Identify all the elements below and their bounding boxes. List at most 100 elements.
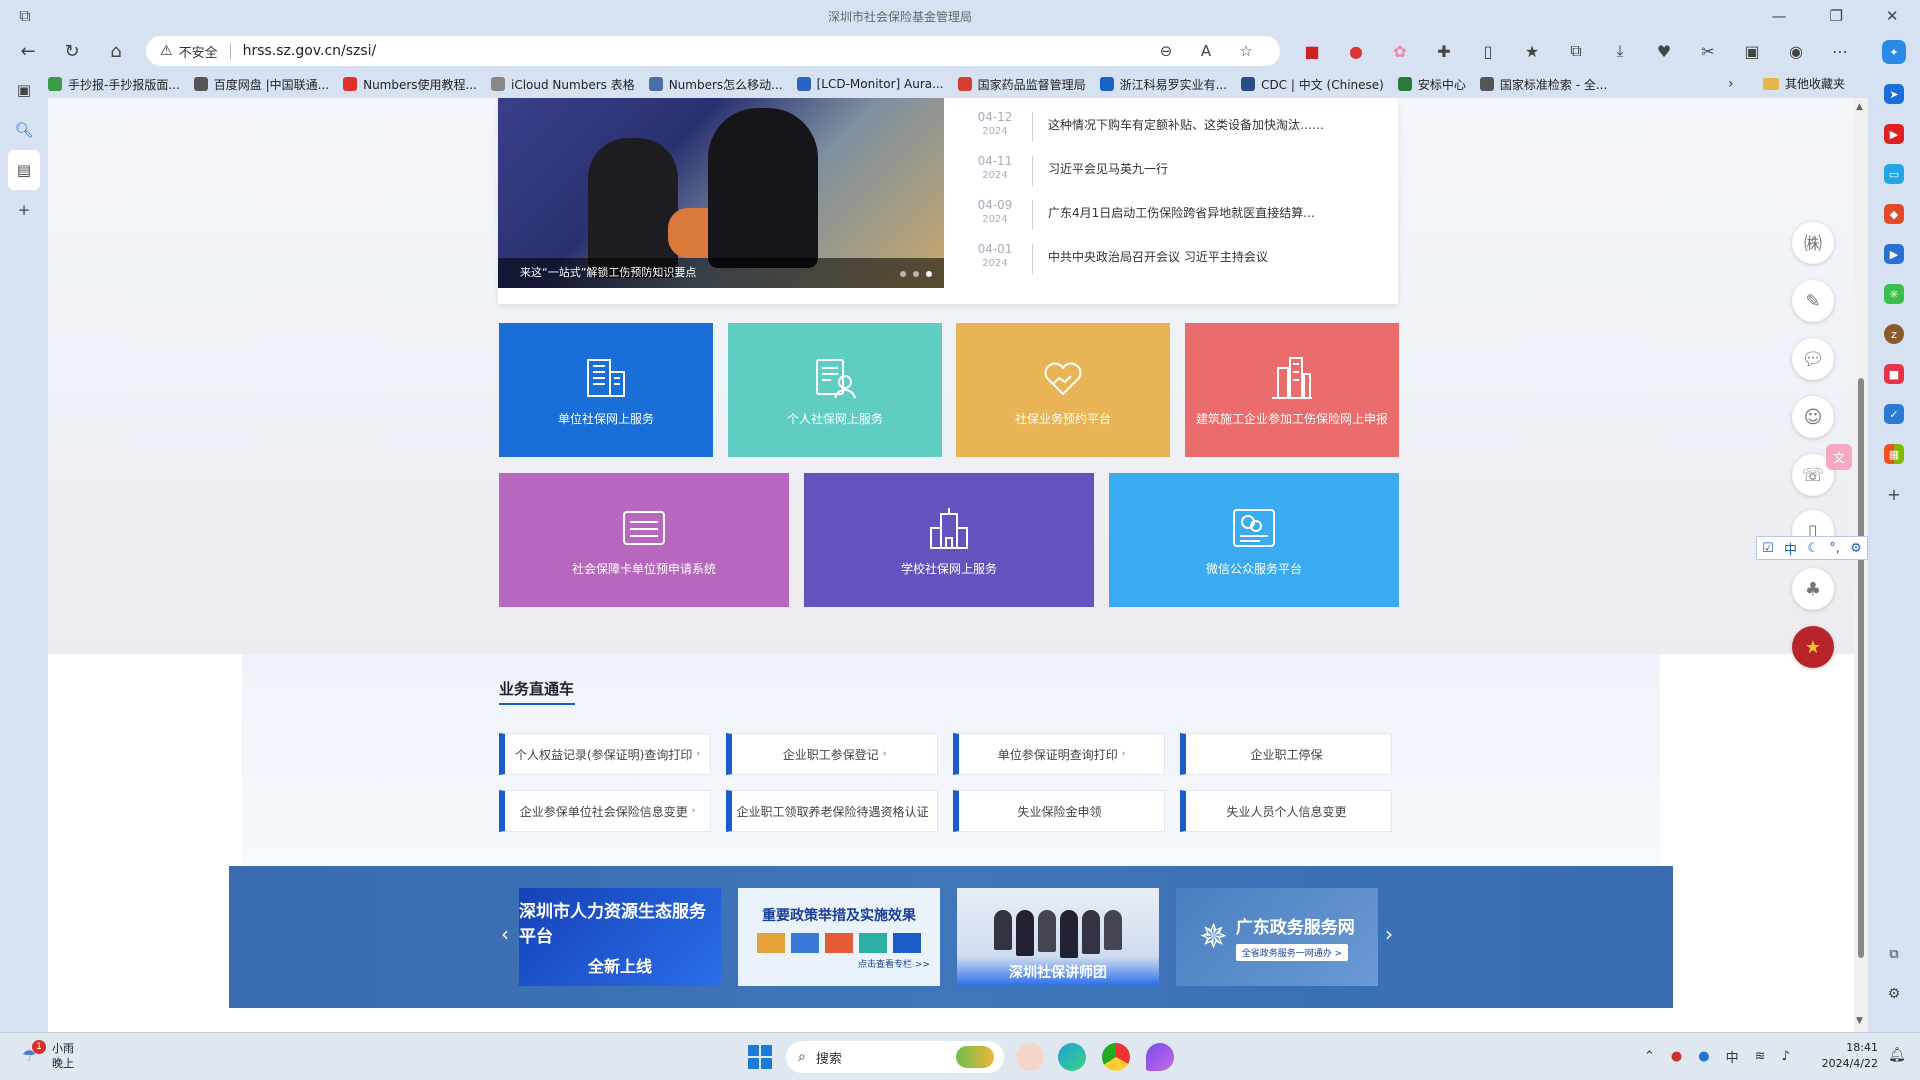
tile-unit-social-security[interactable]: 单位社保网上服务: [499, 323, 713, 457]
settings-gear-icon[interactable]: ⚙: [1850, 541, 1862, 556]
bookmark-item[interactable]: 浙江科易罗实业有...: [1099, 76, 1227, 93]
bookmark-item[interactable]: 安标中心: [1397, 76, 1466, 93]
more-menu-icon[interactable]: ⋯: [1818, 42, 1862, 61]
tab-panel-icon[interactable]: ▣: [0, 70, 48, 110]
page-scrollbar[interactable]: ▲ ▼: [1854, 98, 1868, 1032]
volume-icon[interactable]: ♪: [1782, 1049, 1790, 1064]
screenshot-icon[interactable]: ✂: [1686, 42, 1730, 61]
extensions-puzzle-icon[interactable]: ✚: [1422, 42, 1466, 61]
sidebar-arrow-icon[interactable]: ➤: [1884, 84, 1904, 104]
current-tab-icon[interactable]: ▤: [8, 150, 40, 190]
news-title[interactable]: 习近平会见马英九一行: [1048, 160, 1168, 177]
search-tab-icon[interactable]: 🔍︎: [0, 110, 48, 150]
tile-social-security-card[interactable]: 社会保障卡单位预申请系统: [499, 473, 789, 607]
carousel-dots[interactable]: [893, 271, 932, 277]
news-item[interactable]: 04-01 2024 中共中央政治局召开会议 习近平主持会议: [972, 242, 1372, 286]
sidebar-add-icon[interactable]: +: [1884, 484, 1904, 504]
minimize-button[interactable]: —: [1771, 7, 1786, 25]
banner-guangdong-gov-service[interactable]: ✵ 广东政务服务网 全省政务服务一网通办 >: [1176, 888, 1378, 986]
url-text[interactable]: hrss.sz.gov.cn/szsi/: [243, 43, 1146, 59]
close-window-button[interactable]: ✕: [1886, 7, 1899, 25]
news-item[interactable]: 04-09 2024 广东4月1日启动工伤保险跨省异地就医直接结算...: [972, 198, 1372, 242]
express-link[interactable]: 企业参保单位社会保险信息变更 ›: [499, 790, 711, 832]
sidebar-settings-icon[interactable]: ⚙: [1884, 984, 1904, 1004]
address-bar[interactable]: ⚠ 不安全 hrss.sz.gov.cn/szsi/ ⊖ A ☆: [146, 36, 1280, 66]
express-link[interactable]: 企业职工停保: [1180, 733, 1392, 775]
performance-icon[interactable]: ♥: [1642, 42, 1686, 61]
float-wechat-icon[interactable]: 💬︎: [1792, 338, 1834, 380]
sidebar-hide-icon[interactable]: ⧉: [1884, 944, 1904, 964]
news-carousel-image[interactable]: 来这“一站式”解锁工伤预防知识要点: [498, 98, 944, 288]
app-red-icon[interactable]: ◆: [1884, 204, 1904, 224]
banner-hr-ecosystem[interactable]: 深圳市人力资源生态服务平台 全新上线: [519, 888, 721, 986]
news-title[interactable]: 广东4月1日启动工伤保险跨省异地就医直接结算...: [1048, 204, 1315, 221]
youtube-icon[interactable]: ▶: [1884, 124, 1904, 144]
tray-overflow-icon[interactable]: ⌃: [1644, 1049, 1655, 1064]
bookmarks-overflow-icon[interactable]: ›: [1728, 76, 1734, 92]
new-tab-icon[interactable]: +: [0, 190, 48, 230]
taskbar-edge-icon[interactable]: [1058, 1043, 1086, 1071]
banner-prev-icon[interactable]: ‹: [501, 922, 509, 946]
express-link[interactable]: 企业职工领取养老保险待遇资格认证: [726, 790, 938, 832]
news-title[interactable]: 中共中央政治局召开会议 习近平主持会议: [1048, 248, 1268, 265]
read-aloud-icon[interactable]: A: [1186, 42, 1226, 60]
app-red-badge-icon[interactable]: ■: [1884, 364, 1904, 384]
float-translate-icon[interactable]: 文: [1826, 444, 1852, 470]
tile-construction-injury-insurance[interactable]: 建筑施工企业参加工伤保险网上申报: [1185, 323, 1399, 457]
news-item[interactable]: 04-12 2024 这种情况下购车有定额补贴、这类设备加快淘汰……: [972, 110, 1372, 154]
warning-icon[interactable]: ⚠: [160, 43, 173, 59]
express-link[interactable]: 单位参保证明查询打印 ›: [953, 733, 1165, 775]
float-edit-icon[interactable]: ✎: [1792, 280, 1834, 322]
wifi-icon[interactable]: ≋: [1755, 1049, 1766, 1064]
express-link[interactable]: 失业人员个人信息变更: [1180, 790, 1392, 832]
microsoft-icon[interactable]: ▦: [1884, 444, 1904, 464]
tile-personal-social-security[interactable]: 个人社保网上服务: [728, 323, 942, 457]
copilot-icon[interactable]: ✦: [1882, 40, 1906, 64]
zhihu-z-icon[interactable]: z: [1884, 324, 1904, 344]
moon-icon[interactable]: ☾: [1807, 541, 1819, 556]
extension-pokeball-icon[interactable]: ●: [1334, 42, 1378, 61]
banner-policy-measures[interactable]: 重要政策举措及实施效果 点击查看专栏 >>: [738, 888, 940, 986]
split-screen-icon[interactable]: ▯: [1466, 42, 1510, 61]
banner-lecturer-team[interactable]: 深圳社保讲师团: [957, 888, 1159, 986]
bookmark-item[interactable]: 百度网盘 |中国联通...: [193, 76, 329, 93]
extension-red-icon[interactable]: ■: [1290, 42, 1334, 61]
float-robot-icon[interactable]: ☺: [1792, 396, 1834, 438]
bookmark-item[interactable]: Numbers怎么移动...: [648, 76, 783, 93]
taskbar-clock[interactable]: 18:41 2024/4/22: [1818, 1040, 1878, 1072]
app-blue-check-icon[interactable]: ✓: [1884, 404, 1904, 424]
home-icon[interactable]: ⌂: [94, 41, 138, 62]
tray-app-red-icon[interactable]: ●: [1671, 1049, 1682, 1064]
downloads-icon[interactable]: ⤓: [1598, 41, 1642, 61]
express-link[interactable]: 企业职工参保登记 ›: [726, 733, 938, 775]
zoom-icon[interactable]: ⊖: [1146, 42, 1186, 60]
favorite-star-icon[interactable]: ☆: [1226, 42, 1266, 60]
taskbar-purple-app-icon[interactable]: [1146, 1043, 1174, 1071]
taskbar-user-app-icon[interactable]: [1016, 1043, 1044, 1071]
news-item[interactable]: 04-11 2024 习近平会见马英九一行: [972, 154, 1372, 198]
other-bookmarks-folder[interactable]: 其他收藏夹: [1763, 75, 1845, 92]
news-title[interactable]: 这种情况下购车有定额补贴、这类设备加快淘汰……: [1048, 116, 1324, 133]
browser-essentials-icon[interactable]: ▣: [1730, 42, 1774, 61]
bilibili-icon[interactable]: ▭: [1884, 164, 1904, 184]
scrollbar-thumb[interactable]: [1858, 378, 1864, 958]
extension-pink-icon[interactable]: ✿: [1378, 42, 1422, 61]
start-windows-icon[interactable]: [748, 1045, 772, 1069]
notification-bell-icon[interactable]: 🔔︎: [1888, 1047, 1906, 1063]
taskbar-chrome-icon[interactable]: [1102, 1043, 1130, 1071]
checkbox-icon[interactable]: ☑: [1762, 541, 1774, 556]
express-link[interactable]: 失业保险金申领: [953, 790, 1165, 832]
refresh-icon[interactable]: ↻: [50, 41, 94, 62]
tile-appointment-platform[interactable]: 社保业务预约平台: [956, 323, 1170, 457]
taskbar-search[interactable]: ⌕ 搜索: [786, 1041, 1004, 1073]
float-emblem-icon[interactable]: ★: [1792, 626, 1834, 668]
lang-toggle[interactable]: 中: [1784, 539, 1797, 558]
tab-actions-icon[interactable]: ⧉: [0, 6, 50, 26]
weather-widget[interactable]: ☂ 1 小雨 晚上: [22, 1040, 74, 1071]
bookmark-item[interactable]: CDC | 中文 (Chinese): [1241, 76, 1384, 93]
tile-school-social-security[interactable]: 学校社保网上服务: [804, 473, 1094, 607]
security-label[interactable]: 不安全: [179, 42, 218, 61]
back-icon[interactable]: ←: [6, 41, 50, 62]
bookmark-item[interactable]: iCloud Numbers 表格: [491, 76, 635, 93]
video-play-icon[interactable]: ▶: [1884, 244, 1904, 264]
